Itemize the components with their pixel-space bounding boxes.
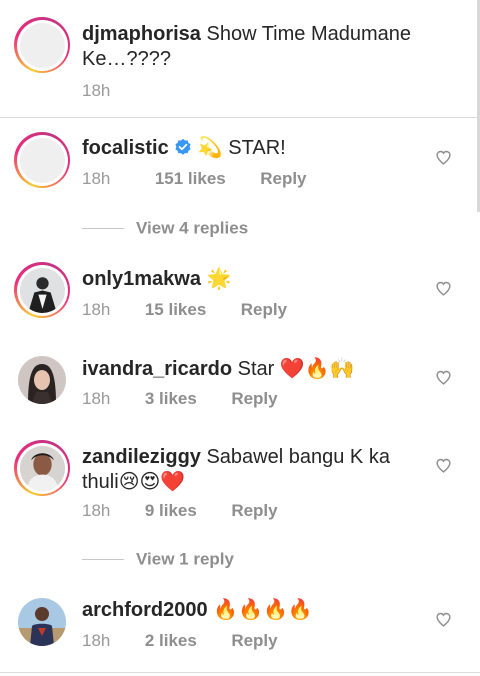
- avatar[interactable]: [14, 262, 70, 318]
- comment: focalistic 💫 STAR! 18h 151 likes Reply: [0, 118, 480, 208]
- caption-username[interactable]: djmaphorisa: [82, 23, 201, 45]
- comment-username[interactable]: archford2000: [82, 599, 208, 621]
- divider: [0, 672, 480, 673]
- view-replies-toggle[interactable]: View 1 reply: [82, 549, 234, 570]
- timestamp: 18h: [82, 631, 111, 650]
- comment-body: 🌟: [206, 268, 232, 290]
- likes-count[interactable]: 15 likes: [145, 300, 206, 320]
- heart-outline-icon[interactable]: [435, 280, 452, 297]
- caption-meta: 18h: [82, 81, 110, 101]
- heart-outline-icon[interactable]: [435, 611, 452, 628]
- comment-meta: 18h 9 likes Reply: [82, 501, 278, 521]
- avatar-photo: [19, 445, 65, 491]
- comment-text: zandileziggy Sabawel bangu K ka thuli😢😍❤…: [82, 445, 412, 495]
- comment: archford2000 🔥🔥🔥🔥 18h 2 likes Reply: [0, 582, 480, 672]
- comment-text: ivandra_ricardo Star ❤️🔥🙌: [82, 357, 422, 382]
- heart-outline-icon[interactable]: [435, 369, 452, 386]
- avatar[interactable]: [18, 356, 66, 404]
- comment-meta: 18h 3 likes Reply: [82, 389, 278, 409]
- avatar[interactable]: [14, 17, 70, 73]
- comment-meta: 18h 151 likes Reply: [82, 169, 307, 189]
- avatar-photo: [18, 598, 66, 646]
- heart-outline-icon[interactable]: [435, 149, 452, 166]
- comment-body: 💫 STAR!: [197, 137, 286, 159]
- reply-button[interactable]: Reply: [260, 169, 306, 189]
- heart-outline-icon[interactable]: [435, 457, 452, 474]
- comment-username[interactable]: focalistic: [82, 137, 169, 159]
- comment: zandileziggy Sabawel bangu K ka thuli😢😍❤…: [0, 428, 480, 538]
- caption-text: djmaphorisa Show Time Madumane Ke…????: [82, 22, 422, 72]
- comment: ivandra_ricardo Star ❤️🔥🙌 18h 3 likes Re…: [0, 340, 480, 428]
- avatar-photo: [19, 267, 65, 313]
- comment-text: focalistic 💫 STAR!: [82, 136, 422, 161]
- timestamp: 18h: [82, 501, 111, 520]
- comment-username[interactable]: zandileziggy: [82, 446, 201, 468]
- reply-button[interactable]: Reply: [241, 300, 287, 320]
- timestamp: 18h: [82, 389, 111, 408]
- view-replies-toggle[interactable]: View 4 replies: [82, 218, 248, 239]
- comment-text: archford2000 🔥🔥🔥🔥: [82, 598, 422, 623]
- avatar[interactable]: [18, 598, 66, 646]
- reply-button[interactable]: Reply: [231, 389, 277, 409]
- timestamp: 18h: [82, 81, 111, 100]
- comment-username[interactable]: only1makwa: [82, 268, 201, 290]
- timestamp: 18h: [82, 169, 111, 188]
- divider: [82, 559, 124, 561]
- verified-badge-icon: [175, 138, 191, 155]
- comment-username[interactable]: ivandra_ricardo: [82, 358, 232, 380]
- comment-text: only1makwa 🌟: [82, 267, 422, 292]
- avatar[interactable]: [14, 132, 70, 188]
- reply-button[interactable]: Reply: [231, 501, 277, 521]
- view-replies-label[interactable]: View 1 reply: [136, 550, 234, 569]
- comment-body: 🔥🔥🔥🔥: [213, 599, 313, 621]
- divider: [82, 228, 124, 230]
- likes-count[interactable]: 9 likes: [145, 501, 197, 521]
- comment-body: Star ❤️🔥🙌: [237, 358, 355, 380]
- comment-meta: 18h 15 likes Reply: [82, 300, 287, 320]
- likes-count[interactable]: 151 likes: [155, 169, 226, 189]
- reply-button[interactable]: Reply: [231, 631, 277, 651]
- avatar-photo: [18, 356, 66, 404]
- comment-meta: 18h 2 likes Reply: [82, 631, 278, 651]
- avatar[interactable]: [14, 440, 70, 496]
- post-caption: djmaphorisa Show Time Madumane Ke…???? 1…: [0, 0, 480, 118]
- view-replies-label[interactable]: View 4 replies: [136, 219, 248, 238]
- likes-count[interactable]: 2 likes: [145, 631, 197, 651]
- timestamp: 18h: [82, 300, 111, 319]
- likes-count[interactable]: 3 likes: [145, 389, 197, 409]
- comment: only1makwa 🌟 18h 15 likes Reply: [0, 250, 480, 338]
